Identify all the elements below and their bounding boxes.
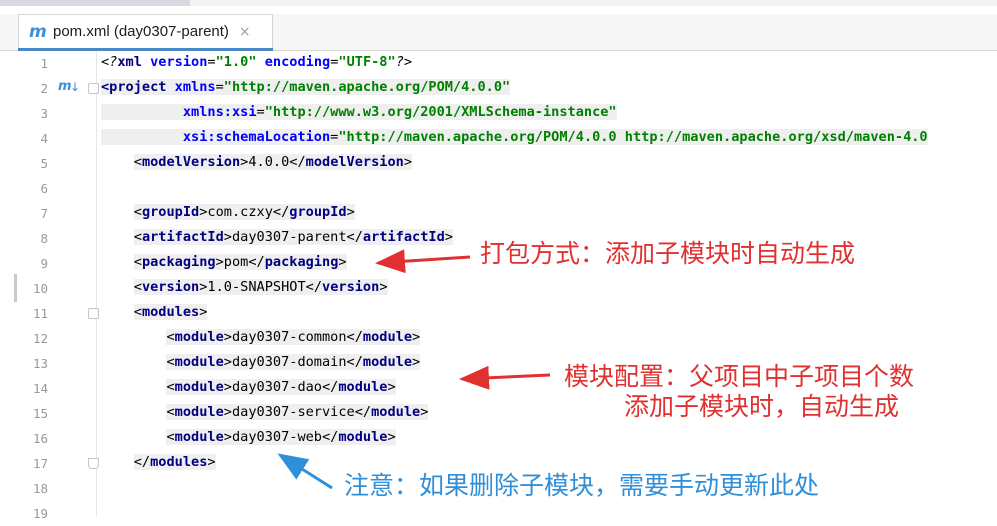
code-text: <module>day0307-common</module> [166,329,421,345]
line-number: 16 [32,431,48,446]
line-number: 1 [40,56,48,71]
code-text: <module>day0307-domain</module> [166,354,421,370]
line-number: 5 [40,156,48,171]
fold-icon[interactable] [88,308,99,319]
fold-icon[interactable] [88,83,99,94]
code-line: 10 <version>1.0-SNAPSHOT</version> [0,276,997,301]
code-text: xsi:schemaLocation="http://maven.apache.… [101,129,928,145]
line-number: 11 [32,306,48,321]
code-editor[interactable]: 1 <?xml version="1.0" encoding="UTF-8"?>… [0,51,997,521]
code-line: 2 m ↓ <project xmlns="http://maven.apach… [0,76,997,101]
annotation-note: 注意：如果删除子模块，需要手动更新此处 [344,471,820,500]
line-number: 15 [32,406,48,421]
code-text: <version>1.0-SNAPSHOT</version> [133,279,388,295]
top-strip-block [0,0,190,6]
line-number: 18 [32,481,48,496]
line-number: 2 [40,81,48,96]
line-number: 10 [32,281,48,296]
code-text: <packaging>pom</packaging> [133,254,347,270]
code-line: 6 [0,176,997,201]
code-line: 19 [0,501,997,526]
code-line: 7 <groupId>com.czxy</groupId> [0,201,997,226]
code-text: <module>day0307-web</module> [166,429,396,445]
window-top-strip [0,0,997,6]
code-line: 5 <modelVersion>4.0.0</modelVersion> [0,151,997,176]
tab-title: pom.xml (day0307-parent) [53,23,229,40]
line-number: 17 [32,456,48,471]
code-line: 16 <module>day0307-web</module> [0,426,997,451]
annotation-packaging: 打包方式：添加子模块时自动生成 [480,239,856,268]
code-text: <?xml version="1.0" encoding="UTF-8"?> [101,54,413,70]
code-line: 3 xmlns:xsi="http://www.w3.org/2001/XMLS… [0,101,997,126]
line-number: 6 [40,181,48,196]
code-text: <modelVersion>4.0.0</modelVersion> [133,154,413,170]
line-number: 13 [32,356,48,371]
line-number: 12 [32,331,48,346]
line-number: 8 [40,231,48,246]
fold-end-icon[interactable] [88,458,99,469]
line-number: 4 [40,131,48,146]
editor-tab-bar: m pom.xml (day0307-parent) × [0,14,997,51]
line-number: 14 [32,381,48,396]
code-text: <artifactId>day0307-parent</artifactId> [133,229,453,245]
annotation-modules-line2: 添加子模块时，自动生成 [624,392,900,421]
code-line: 12 <module>day0307-common</module> [0,326,997,351]
code-text: <project xmlns="http://maven.apache.org/… [101,79,511,95]
line-number: 9 [40,256,48,271]
code-text: xmlns:xsi="http://www.w3.org/2001/XMLSch… [101,104,617,120]
code-text: </modules> [133,454,216,470]
code-line: 4 xsi:schemaLocation="http://maven.apach… [0,126,997,151]
line-number: 3 [40,106,48,121]
close-icon[interactable]: × [239,24,251,40]
line-number: 19 [32,506,48,521]
line-number: 7 [40,206,48,221]
arrow-down-icon[interactable]: ↓ [70,80,80,94]
code-line: 1 <?xml version="1.0" encoding="UTF-8"?> [0,51,997,76]
code-text: <modules> [133,304,208,320]
code-text: <module>day0307-dao</module> [166,379,396,395]
code-text: <module>day0307-service</module> [166,404,429,420]
maven-m-icon: m [29,21,47,42]
code-text: <groupId>com.czxy</groupId> [133,204,355,220]
tab-pom-xml[interactable]: m pom.xml (day0307-parent) × [18,14,273,48]
code-line: 11 <modules> [0,301,997,326]
